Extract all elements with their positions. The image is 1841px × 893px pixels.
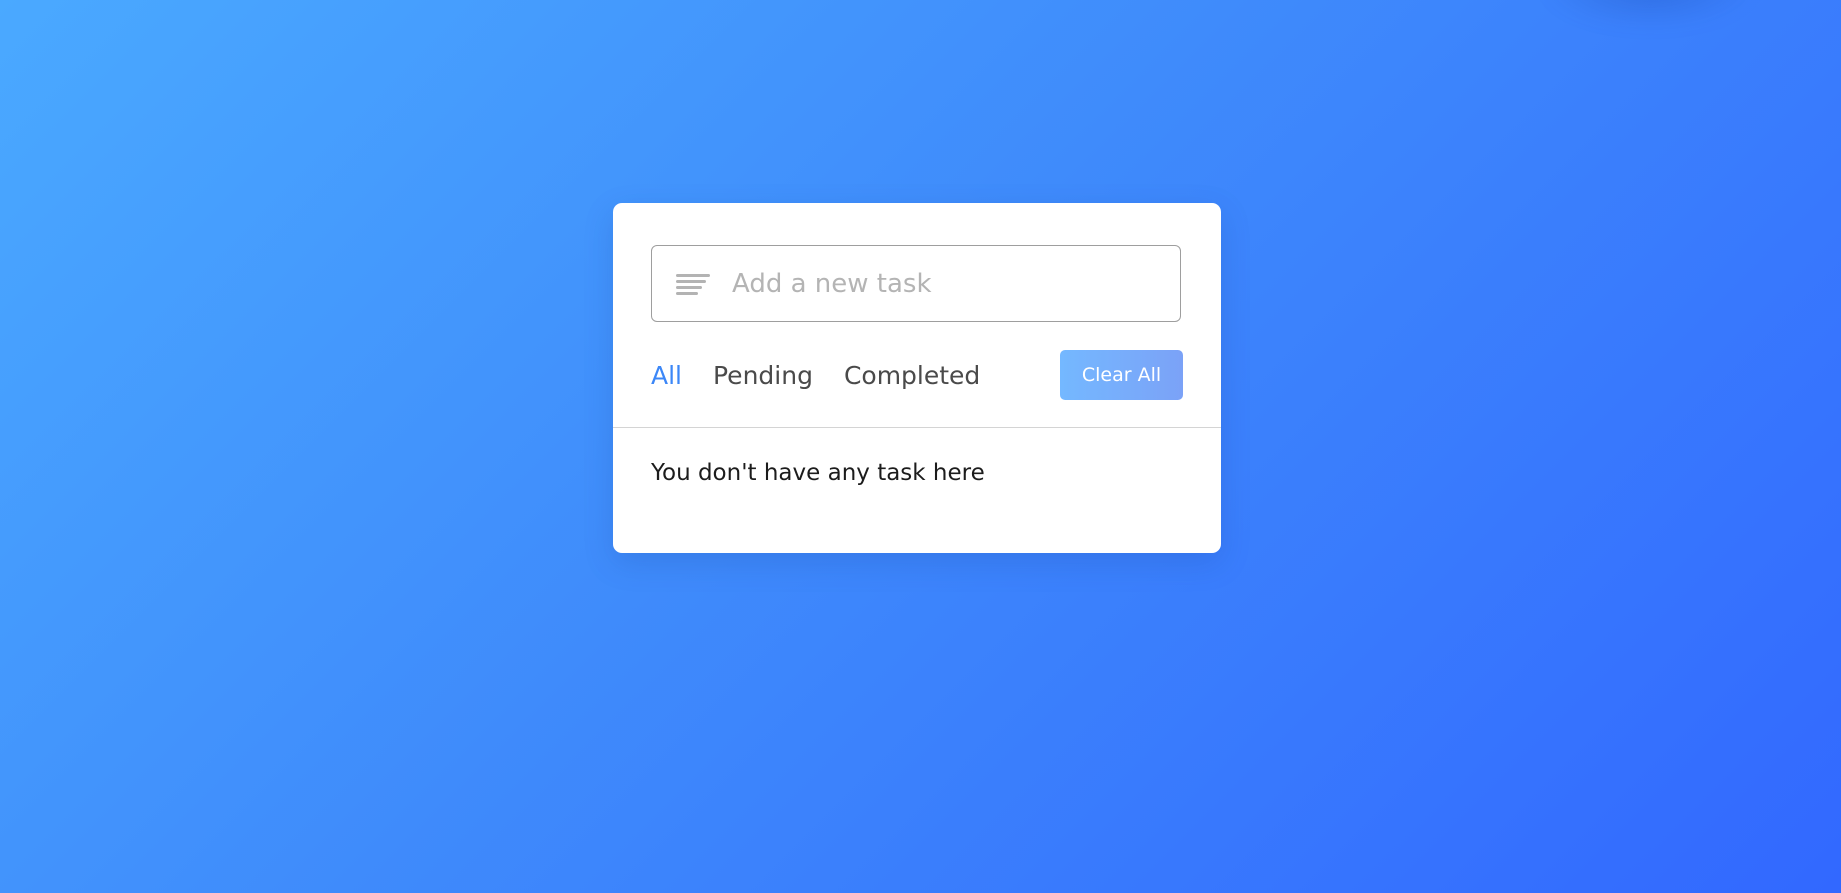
clear-all-button[interactable]: Clear All xyxy=(1060,350,1183,400)
divider xyxy=(613,427,1221,428)
filter-tabs: All Pending Completed xyxy=(651,355,1011,395)
filter-tab-all[interactable]: All xyxy=(651,361,682,390)
filter-tab-completed[interactable]: Completed xyxy=(844,361,980,390)
filter-tab-pending[interactable]: Pending xyxy=(713,361,813,390)
task-input[interactable] xyxy=(732,246,1162,321)
todo-card: All Pending Completed Clear All You don'… xyxy=(613,203,1221,553)
menu-lines-icon xyxy=(676,274,710,295)
corner-shadow xyxy=(1540,0,1760,30)
empty-task-message: You don't have any task here xyxy=(651,460,985,486)
task-input-wrapper[interactable] xyxy=(651,245,1181,322)
